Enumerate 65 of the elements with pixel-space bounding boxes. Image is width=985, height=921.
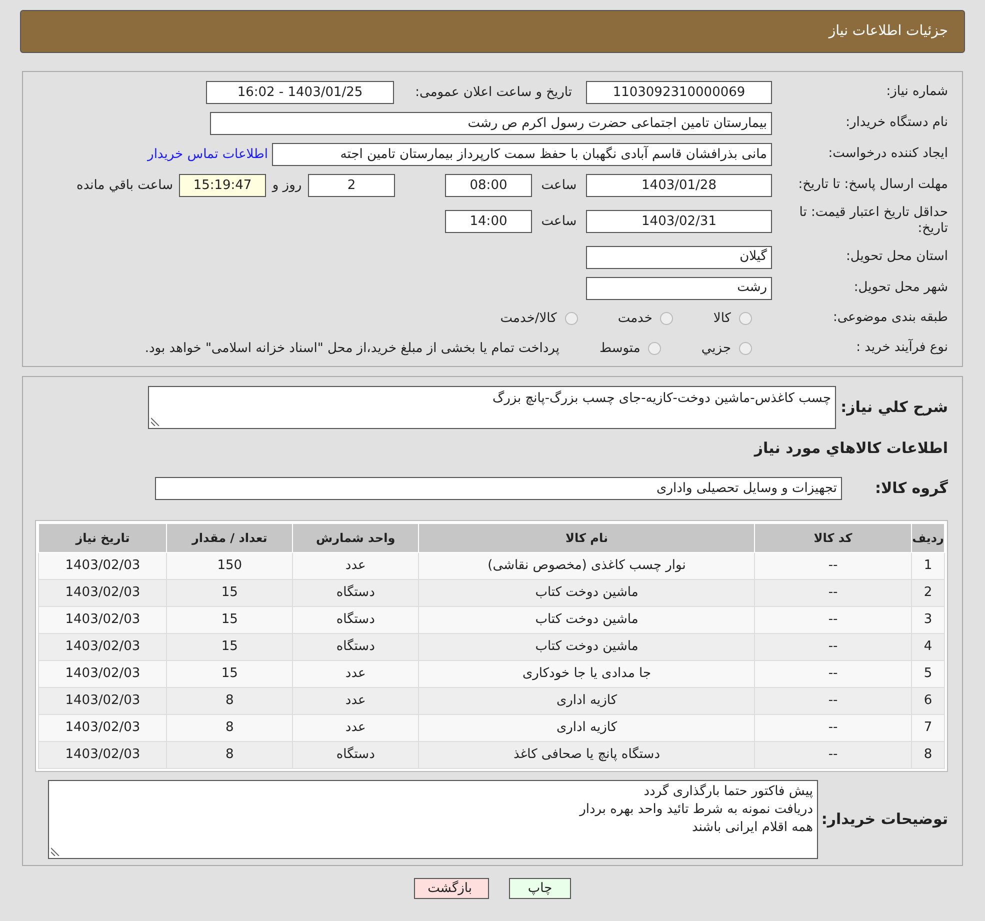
field-label: روز و <box>270 176 303 195</box>
field-label: مهلت ارسال پاسخ: تا تاریخ: <box>797 177 948 194</box>
radio-label: جزيي <box>701 340 731 358</box>
field-label: شهر محل تحویل: <box>852 280 948 296</box>
field-label: استان محل تحویل: <box>845 248 948 266</box>
column-header: کد کالا <box>754 524 912 552</box>
text-field[interactable]: 08:00 <box>445 174 532 197</box>
radio-label: کالا <box>713 310 731 328</box>
column-header: تاریخ نیاز <box>38 524 167 552</box>
field-label: گروه کالا: <box>874 479 948 498</box>
text-field[interactable]: گیلان <box>586 246 772 268</box>
column-header: واحد شمارش <box>292 524 419 552</box>
table-cell: 1403/02/03 <box>38 742 167 768</box>
radio-label: خدمت <box>618 310 652 328</box>
contact-link[interactable]: اطلاعات تماس خریدار <box>148 144 272 164</box>
field-label: توضیحات خریدار: <box>820 810 948 829</box>
note-line: پیش فاکتور حتما بارگذاری گردد <box>642 783 813 801</box>
radio-label: کالا/خدمت <box>500 310 557 328</box>
page-title: جزئیات اطلاعات نیاز <box>828 22 948 41</box>
resize-grip-icon <box>151 416 160 426</box>
section-heading: اطلاعات كالاهاي مورد نياز <box>752 438 948 459</box>
summary-textarea[interactable]: چسب کاغذس-ماشین دوخت-کازیه-جای چسب بزرگ-پانچ بزرگ <box>148 386 836 428</box>
field-label: ساعت باقي مانده <box>76 176 174 195</box>
text-field[interactable]: مانی بذرافشان قاسم آبادی نگهبان با حفظ سمت کارپرداز بیمارستان تامین اجته <box>272 143 772 166</box>
table-cell: -- <box>754 742 912 768</box>
text-field[interactable]: 14:00 <box>445 210 532 233</box>
field-label: ساعت <box>540 176 578 195</box>
radio-label: متوسط <box>599 340 640 358</box>
text-field[interactable]: بیمارستان تامین اجتماعی حضرت رسول اکرم ص رشت <box>210 112 772 135</box>
text-field[interactable]: 1103092310000069 <box>586 81 772 104</box>
table-cell: دستگاه پانچ یا صحافی کاغذ <box>418 742 755 768</box>
text-field[interactable]: 1403/02/31 <box>586 210 772 233</box>
note-line: همه اقلام ایرانی باشند <box>690 819 813 837</box>
field-label: حداقل تاریخ اعتبار قیمت: تا تاریخ: <box>798 205 948 238</box>
text-field[interactable]: 2 <box>308 174 395 197</box>
field-label: نوع فرآیند خرید : <box>855 340 948 357</box>
text-field[interactable]: رشت <box>586 276 772 300</box>
field-label: طبقه بندی موضوعی: <box>832 310 948 327</box>
back-button[interactable]: بازگشت <box>414 878 489 899</box>
table-cell: 8 <box>912 742 944 768</box>
field-label: شرح كلي نياز: <box>840 398 948 416</box>
radio-button[interactable] <box>564 312 578 325</box>
field-label: ساعت <box>540 212 578 230</box>
radio-button[interactable] <box>648 342 662 355</box>
radio-button[interactable] <box>739 342 752 355</box>
print-button[interactable]: چاپ <box>509 878 571 899</box>
resize-grip-icon <box>51 847 60 856</box>
text-field[interactable]: 1403/01/25 - 16:02 <box>206 81 394 104</box>
column-header: تعداد / مقدار <box>166 524 292 552</box>
field-label: ایجاد کننده درخواست: <box>827 146 948 163</box>
note-line: دریافت نمونه به شرط تائید واحد بهره بردار <box>578 801 813 819</box>
text-field[interactable]: 15:19:47 <box>179 174 266 197</box>
table-cell: دستگاه <box>292 742 419 768</box>
field-label: تاریخ و ساعت اعلان عمومی: <box>415 84 572 102</box>
column-header: ردیف <box>912 524 944 552</box>
radio-button[interactable] <box>739 312 752 325</box>
table-cell: 8 <box>166 742 292 768</box>
field-label: نام دستگاه خریدار: <box>844 115 948 132</box>
text-field[interactable]: 1403/01/28 <box>586 174 772 197</box>
notes-textarea[interactable]: پیش فاکتور حتما بارگذاری گردد دریافت نمونه به شرط تائید واحد بهره بردار همه اقلام ایرانی باشند <box>48 780 818 859</box>
goods-group-field[interactable]: تجهیزات و وسایل تحصیلی واداری <box>155 477 842 500</box>
column-header: نام کالا <box>418 524 755 552</box>
payment-note: پرداخت تمام یا بخشی از مبلغ خرید،از محل "اسناد خزانه اسلامی" خواهد بود. <box>144 340 560 358</box>
radio-button[interactable] <box>660 312 674 325</box>
field-label: شماره نیاز: <box>885 84 948 101</box>
